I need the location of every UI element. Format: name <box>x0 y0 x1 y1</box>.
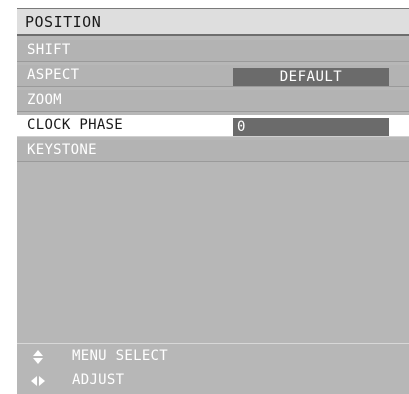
hint-menu-select-label: MENU SELECT <box>72 348 169 364</box>
left-right-arrows-icon <box>31 376 45 386</box>
hint-adjust: ADJUST <box>17 369 409 393</box>
hint-adjust-label: ADJUST <box>72 372 125 388</box>
menu-title: POSITION <box>25 13 102 31</box>
up-down-arrows-icon <box>33 350 43 364</box>
menu-item-aspect[interactable]: ASPECT DEFAULT <box>17 65 409 87</box>
menu-item-label: ZOOM <box>27 92 62 108</box>
aspect-value-box[interactable]: DEFAULT <box>233 68 389 86</box>
menu-list: SHIFT ASPECT DEFAULT ZOOM CLOCK PHASE 0 … <box>17 40 409 165</box>
menu-item-label: ASPECT <box>27 67 80 83</box>
menu-item-clock-phase[interactable]: CLOCK PHASE 0 <box>17 115 409 137</box>
footer-hints: MENU SELECT ADJUST <box>17 345 409 393</box>
aspect-value: DEFAULT <box>279 69 343 85</box>
clock-phase-value: 0 <box>237 119 246 135</box>
menu-item-keystone[interactable]: KEYSTONE <box>17 140 409 162</box>
footer-divider <box>17 343 409 344</box>
hint-menu-select: MENU SELECT <box>17 345 409 369</box>
menu-item-shift[interactable]: SHIFT <box>17 40 409 62</box>
menu-item-label: SHIFT <box>27 42 71 58</box>
menu-item-label: KEYSTONE <box>27 142 97 158</box>
clock-phase-value-box[interactable]: 0 <box>233 118 389 136</box>
position-menu-panel: POSITION SHIFT ASPECT DEFAULT ZOOM CLOCK… <box>17 8 409 394</box>
menu-title-bar: POSITION <box>17 8 409 36</box>
menu-item-zoom[interactable]: ZOOM <box>17 90 409 112</box>
menu-item-label: CLOCK PHASE <box>27 117 124 133</box>
